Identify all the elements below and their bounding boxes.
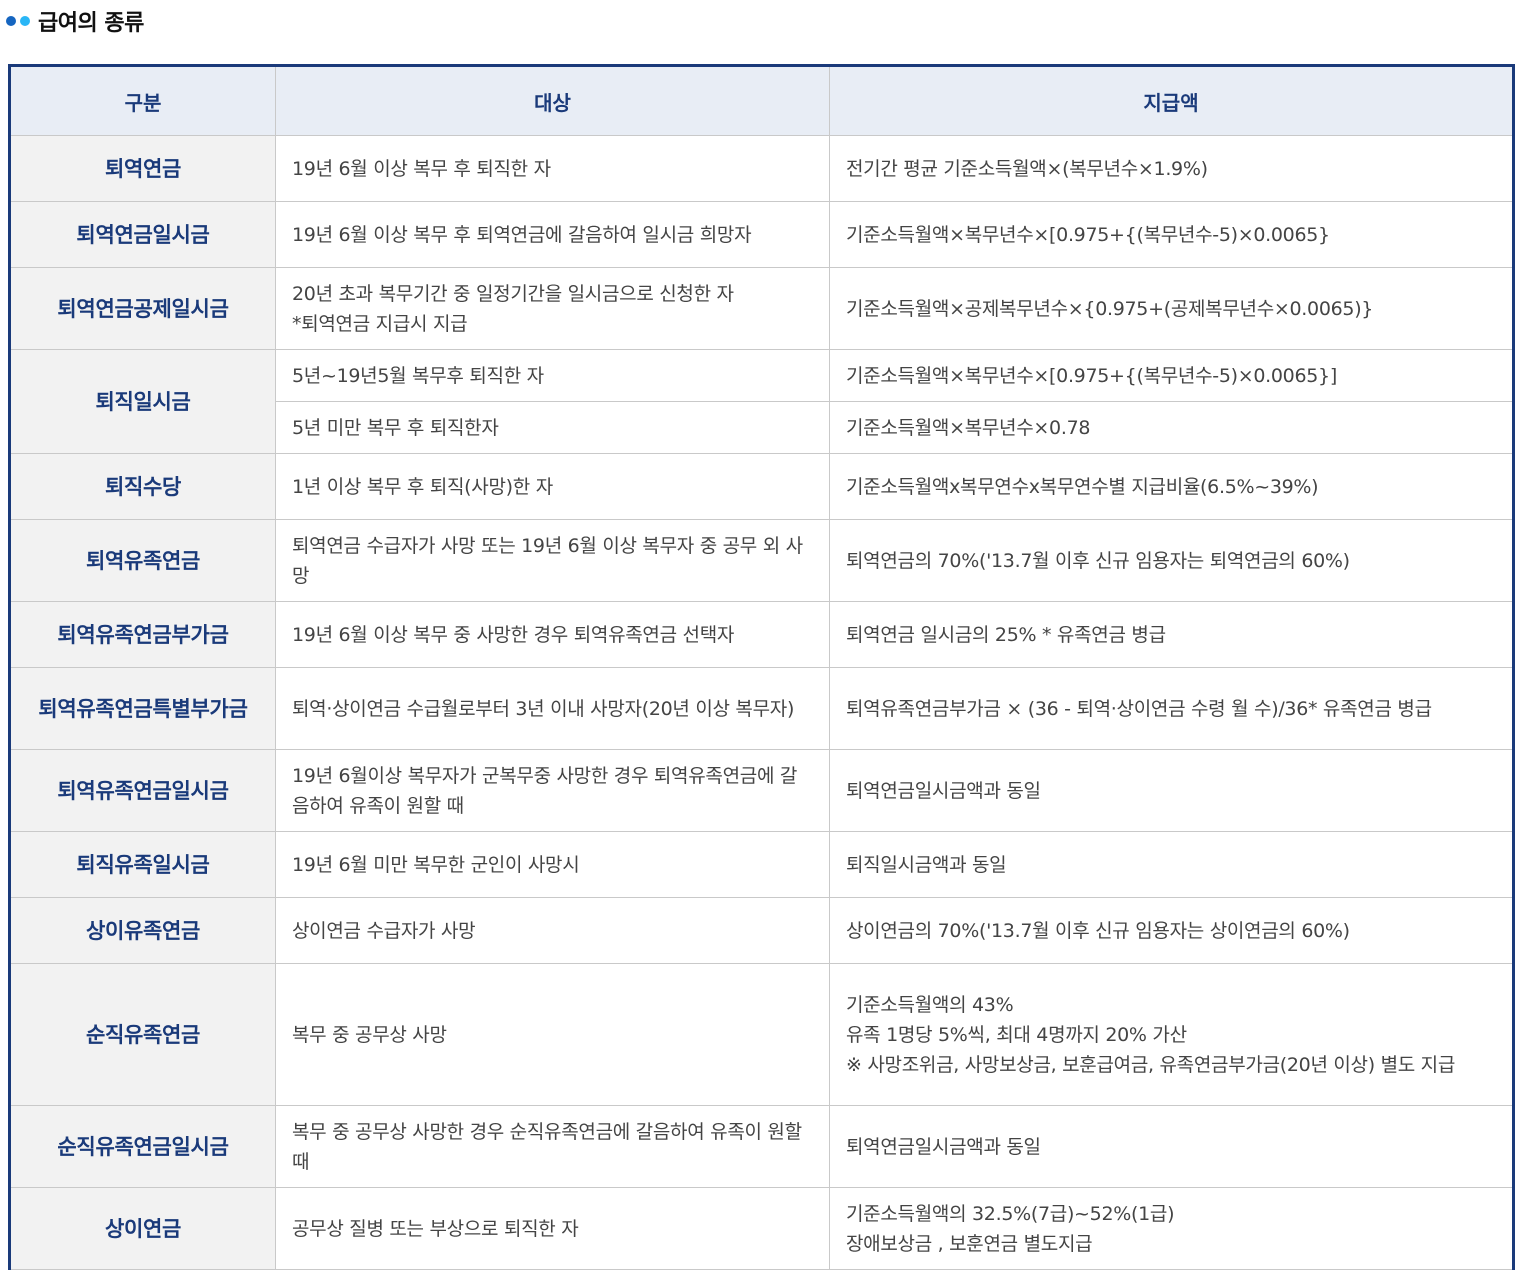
target-cell: 5년~19년5월 복무후 퇴직한 자 <box>275 349 830 402</box>
target-cell: 19년 6월 이상 복무 후 퇴역연금에 갈음하여 일시금 희망자 <box>275 201 830 268</box>
section-title: 급여의 종류 <box>38 11 144 36</box>
target-cell: 20년 초과 복무기간 중 일정기간을 일시금으로 신청한 자 *퇴역연금 지급… <box>275 267 830 350</box>
category-cell: 상이유족연금 <box>9 897 276 964</box>
table-row: 퇴역연금 19년 6월 이상 복무 후 퇴직한 자 전기간 평균 기준소득월액×… <box>9 135 1514 202</box>
target-cell: 19년 6월이상 복무자가 군복무중 사망한 경우 퇴역유족연금에 갈음하여 유… <box>275 749 830 832</box>
table-row: 퇴직유족일시금 19년 6월 미만 복무한 군인이 사망시 퇴직일시금액과 동일 <box>9 831 1514 898</box>
amount-cell: 퇴역연금 일시금의 25% * 유족연금 병급 <box>829 601 1514 668</box>
table-header-row: 구분 대상 지급액 <box>9 65 1514 136</box>
header-target: 대상 <box>275 65 830 136</box>
table-row: 퇴역유족연금 퇴역연금 수급자가 사망 또는 19년 6월 이상 복무자 중 공… <box>9 519 1514 602</box>
amount-cell: 기준소득월액×공제복무년수×{0.975+(공제복무년수×0.0065)} <box>829 267 1514 350</box>
target-cell: 1년 이상 복무 후 퇴직(사망)한 자 <box>275 453 830 520</box>
bullet-dot-icon <box>20 16 30 26</box>
amount-cell: 기준소득월액의 32.5%(7급)~52%(1급) 장애보상금 , 보훈연금 별… <box>829 1187 1514 1270</box>
category-cell: 순직유족연금 <box>9 963 276 1106</box>
amount-cell: 기준소득월액x복무연수x복무연수별 지급비율(6.5%~39%) <box>829 453 1514 520</box>
category-cell: 퇴직일시금 <box>9 349 276 454</box>
amount-cell: 전기간 평균 기준소득월액×(복무년수×1.9%) <box>829 135 1514 202</box>
table-row: 순직유족연금 복무 중 공무상 사망 기준소득월액의 43% 유족 1명당 5%… <box>9 963 1514 1106</box>
table-row: 퇴역유족연금특별부가금 퇴역·상이연금 수급월로부터 3년 이내 사망자(20년… <box>9 667 1514 750</box>
target-cell: 복무 중 공무상 사망 <box>275 963 830 1106</box>
amount-cell: 상이연금의 70%('13.7월 이후 신규 임용자는 상이연금의 60%) <box>829 897 1514 964</box>
table-row: 퇴직일시금 5년~19년5월 복무후 퇴직한 자 기준소득월액×복무년수×[0.… <box>9 349 1514 454</box>
table-row: 퇴역연금일시금 19년 6월 이상 복무 후 퇴역연금에 갈음하여 일시금 희망… <box>9 201 1514 268</box>
target-cell: 19년 6월 이상 복무 중 사망한 경우 퇴역유족연금 선택자 <box>275 601 830 668</box>
category-cell: 퇴직유족일시금 <box>9 831 276 898</box>
category-cell: 퇴역유족연금특별부가금 <box>9 667 276 750</box>
category-cell: 퇴역연금공제일시금 <box>9 267 276 350</box>
table-row: 상이유족연금 상이연금 수급자가 사망 상이연금의 70%('13.7월 이후 … <box>9 897 1514 964</box>
table-row: 퇴역유족연금일시금 19년 6월이상 복무자가 군복무중 사망한 경우 퇴역유족… <box>9 749 1514 832</box>
table-row: 퇴직수당 1년 이상 복무 후 퇴직(사망)한 자 기준소득월액x복무연수x복무… <box>9 453 1514 520</box>
target-cell: 상이연금 수급자가 사망 <box>275 897 830 964</box>
amount-cell: 퇴역연금일시금액과 동일 <box>829 1105 1514 1188</box>
amount-cell: 기준소득월액×복무년수×[0.975+{(복무년수-5)×0.0065} <box>829 201 1514 268</box>
section-heading: 급여의 종류 <box>6 4 144 38</box>
amount-cell: 기준소득월액×복무년수×0.78 <box>829 401 1514 454</box>
amount-cell: 퇴역연금의 70%('13.7월 이후 신규 임용자는 퇴역연금의 60%) <box>829 519 1514 602</box>
category-cell: 퇴역연금 <box>9 135 276 202</box>
amount-cell: 기준소득월액의 43% 유족 1명당 5%씩, 최대 4명까지 20% 가산 ※… <box>829 963 1514 1106</box>
bullet-dot-icon <box>6 16 16 26</box>
category-cell: 퇴역유족연금 <box>9 519 276 602</box>
target-cell: 공무상 질병 또는 부상으로 퇴직한 자 <box>275 1187 830 1270</box>
header-amount: 지급액 <box>829 65 1514 136</box>
category-cell: 퇴직수당 <box>9 453 276 520</box>
table-row: 퇴역연금공제일시금 20년 초과 복무기간 중 일정기간을 일시금으로 신청한 … <box>9 267 1514 350</box>
target-cell: 19년 6월 이상 복무 후 퇴직한 자 <box>275 135 830 202</box>
target-cell: 5년 미만 복무 후 퇴직한자 <box>275 401 830 454</box>
table-row: 퇴역유족연금부가금 19년 6월 이상 복무 중 사망한 경우 퇴역유족연금 선… <box>9 601 1514 668</box>
header-category: 구분 <box>9 65 276 136</box>
category-cell: 퇴역연금일시금 <box>9 201 276 268</box>
target-cell: 복무 중 공무상 사망한 경우 순직유족연금에 갈음하여 유족이 원할때 <box>275 1105 830 1188</box>
amount-cell: 퇴역연금일시금액과 동일 <box>829 749 1514 832</box>
target-cell: 퇴역·상이연금 수급월로부터 3년 이내 사망자(20년 이상 복무자) <box>275 667 830 750</box>
target-cell: 19년 6월 미만 복무한 군인이 사망시 <box>275 831 830 898</box>
category-cell: 상이연금 <box>9 1187 276 1270</box>
category-cell: 퇴역유족연금부가금 <box>9 601 276 668</box>
category-cell: 순직유족연금일시금 <box>9 1105 276 1188</box>
amount-cell: 퇴직일시금액과 동일 <box>829 831 1514 898</box>
benefits-table: 구분 대상 지급액 퇴역연금 19년 6월 이상 복무 후 퇴직한 자 전기간 … <box>8 64 1515 1270</box>
amount-cell: 기준소득월액×복무년수×[0.975+{(복무년수-5)×0.0065}] <box>829 349 1514 402</box>
table-row: 순직유족연금일시금 복무 중 공무상 사망한 경우 순직유족연금에 갈음하여 유… <box>9 1105 1514 1188</box>
amount-cell: 퇴역유족연금부가금 × (36 - 퇴역·상이연금 수령 월 수)/36* 유족… <box>829 667 1514 750</box>
table-row: 상이연금 공무상 질병 또는 부상으로 퇴직한 자 기준소득월액의 32.5%(… <box>9 1187 1514 1270</box>
target-cell: 퇴역연금 수급자가 사망 또는 19년 6월 이상 복무자 중 공무 외 사망 <box>275 519 830 602</box>
category-cell: 퇴역유족연금일시금 <box>9 749 276 832</box>
